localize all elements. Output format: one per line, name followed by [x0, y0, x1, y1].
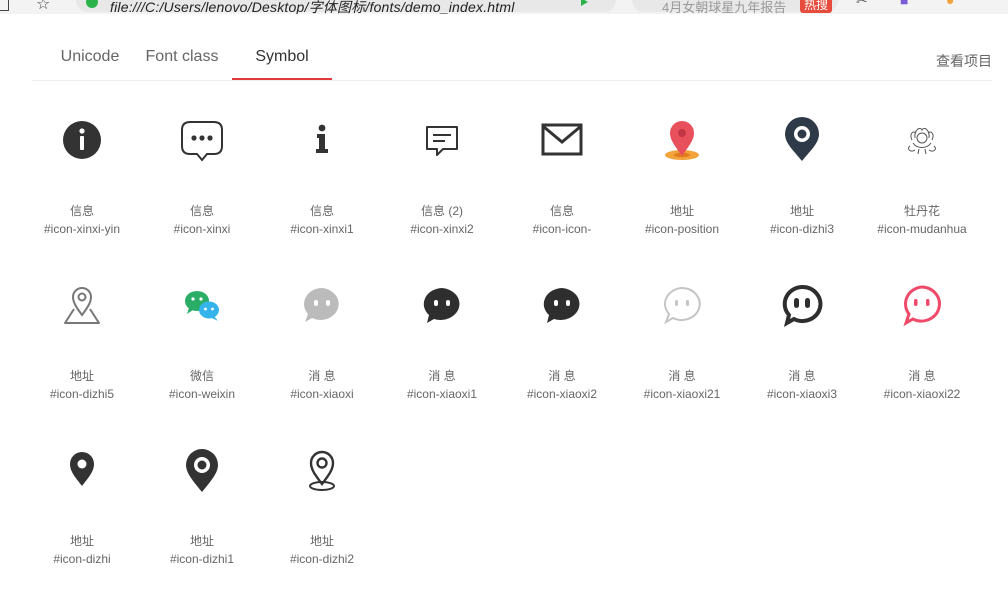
chat-bubble-dark-icon	[421, 281, 463, 329]
icon-code: #icon-position	[644, 222, 720, 236]
view-project-link[interactable]: 查看项目	[936, 51, 992, 71]
icon-card[interactable]: 消 息 #icon-xiaoxi21	[622, 261, 742, 426]
icon-code: #icon-xinxi-yin	[43, 222, 121, 236]
icon-code: #icon-dizhi2	[289, 552, 355, 566]
icon-code: #icon-xiaoxi22	[883, 387, 961, 401]
icon-code: #icon-xiaoxi	[290, 387, 354, 401]
map-pin-base-outline-icon	[301, 446, 343, 494]
icon-code: #icon-xiaoxi3	[766, 387, 838, 401]
icon-code: #icon-mudanhua	[877, 222, 967, 236]
icon-card[interactable]: 地址 #icon-dizhi2	[262, 426, 382, 591]
chat-bubble-light-icon	[301, 281, 343, 329]
icon-name: 地址	[309, 534, 334, 548]
bookmark-star-icon[interactable]: ☆	[36, 0, 50, 14]
icon-name: 消 息	[788, 369, 816, 383]
icon-name: 消 息	[908, 369, 936, 383]
icon-code: #icon-xinxi	[173, 222, 231, 236]
icon-name: 牡丹花	[903, 204, 940, 218]
tab-font-class[interactable]: Font class	[132, 48, 232, 79]
icon-name: 消 息	[668, 369, 696, 383]
icon-name: 信息	[549, 204, 574, 218]
icon-card[interactable]: 消 息 #icon-xiaoxi3	[742, 261, 862, 426]
address-bar[interactable]: file:///C:/Users/lenovo/Desktop/字体图标/fon…	[76, 0, 616, 14]
info-circle-icon	[61, 116, 103, 164]
peony-flower-icon	[901, 116, 943, 164]
icon-name: 微信	[189, 369, 214, 383]
chat-bubble-outline-pink-icon	[901, 281, 943, 329]
icon-card[interactable]: 消 息 #icon-xiaoxi22	[862, 261, 982, 426]
chat-bubble-outline-bold-icon	[781, 281, 823, 329]
search-placeholder[interactable]: 4月女朝球星九年报告	[662, 0, 786, 14]
icon-card[interactable]: 消 息 #icon-xiaoxi	[262, 261, 382, 426]
tab-bar: Unicode Font class Symbol 查看项目	[32, 40, 992, 81]
map-pin-red-icon	[661, 116, 703, 164]
icon-card[interactable]: 地址 #icon-dizhi5	[22, 261, 142, 426]
icon-code: #icon-dizhi5	[49, 387, 115, 401]
icon-card[interactable]: 消 息 #icon-xiaoxi1	[382, 261, 502, 426]
icon-name: 消 息	[548, 369, 576, 383]
browser-toolbar: ☆ file:///C:/Users/lenovo/Desktop/字体图标/f…	[0, 0, 1008, 14]
icon-card[interactable]: 地址 #icon-dizhi1	[142, 426, 262, 591]
icon-name: 地址	[189, 534, 214, 548]
sidebar-toggle-icon[interactable]	[0, 0, 9, 11]
icon-code: #icon-xinxi1	[290, 222, 354, 236]
secure-shield-icon	[86, 0, 98, 8]
icon-code: #icon-dizhi1	[169, 552, 235, 566]
icon-card[interactable]: 信息 (2) #icon-xinxi2	[382, 96, 502, 261]
tab-symbol[interactable]: Symbol	[232, 48, 332, 80]
map-pin-ring-large-icon	[181, 446, 223, 494]
icon-code: #icon-xiaoxi21	[643, 387, 721, 401]
chat-bubble-dark-icon	[541, 281, 583, 329]
icon-code: #icon-icon-	[532, 222, 592, 236]
icon-card[interactable]: 信息 #icon-icon-	[502, 96, 622, 261]
go-arrow-icon[interactable]	[581, 0, 588, 6]
icon-name: 信息	[309, 204, 334, 218]
icon-code: #icon-weixin	[168, 387, 236, 401]
user-extension-icon[interactable]: ●	[946, 0, 954, 8]
icon-card[interactable]: 地址 #icon-position	[622, 96, 742, 261]
map-pin-ring-icon	[781, 116, 823, 164]
address-url[interactable]: file:///C:/Users/lenovo/Desktop/字体图标/fon…	[110, 0, 515, 14]
chat-bubble-outline-light-icon	[661, 281, 703, 329]
icon-card[interactable]: 微信 #icon-weixin	[142, 261, 262, 426]
icon-name: 信息 (2)	[420, 204, 463, 218]
icon-name: 消 息	[428, 369, 456, 383]
icon-card[interactable]: 牡丹花 #icon-mudanhua	[862, 96, 982, 261]
translate-extension-icon[interactable]: ■	[900, 0, 908, 8]
info-letter-icon	[301, 116, 343, 164]
browser-search-box[interactable]: 4月女朝球星九年报告 热搜	[632, 0, 838, 14]
icon-code: #icon-dizhi3	[769, 222, 835, 236]
icon-name: 信息	[69, 204, 94, 218]
wechat-icon	[181, 281, 223, 329]
icon-name: 地址	[669, 204, 694, 218]
icon-card[interactable]: 消 息 #icon-xiaoxi2	[502, 261, 622, 426]
scissors-icon[interactable]: ✂	[856, 0, 868, 9]
icon-card[interactable]: 信息 #icon-xinxi1	[262, 96, 382, 261]
icon-card[interactable]: 地址 #icon-dizhi	[22, 426, 142, 591]
icon-name: 信息	[189, 204, 214, 218]
map-pin-small-icon	[61, 446, 103, 494]
map-pin-outline-icon	[61, 281, 103, 329]
icon-card[interactable]: 地址 #icon-dizhi3	[742, 96, 862, 261]
icon-name: 地址	[69, 369, 94, 383]
icon-card[interactable]: 信息 #icon-xinxi-yin	[22, 96, 142, 261]
icon-code: #icon-xinxi2	[410, 222, 474, 236]
chat-dots-icon	[181, 116, 223, 164]
icon-code: #icon-xiaoxi2	[526, 387, 598, 401]
icon-code: #icon-xiaoxi1	[406, 387, 478, 401]
icon-name: 消 息	[308, 369, 336, 383]
tab-unicode[interactable]: Unicode	[40, 48, 140, 79]
icon-name: 地址	[789, 204, 814, 218]
icon-card[interactable]: 信息 #icon-xinxi	[142, 96, 262, 261]
icon-code: #icon-dizhi	[53, 552, 111, 566]
icon-name: 地址	[69, 534, 94, 548]
envelope-icon	[541, 116, 583, 164]
message-box-icon	[421, 116, 463, 164]
hot-search-badge[interactable]: 热搜	[799, 0, 832, 13]
